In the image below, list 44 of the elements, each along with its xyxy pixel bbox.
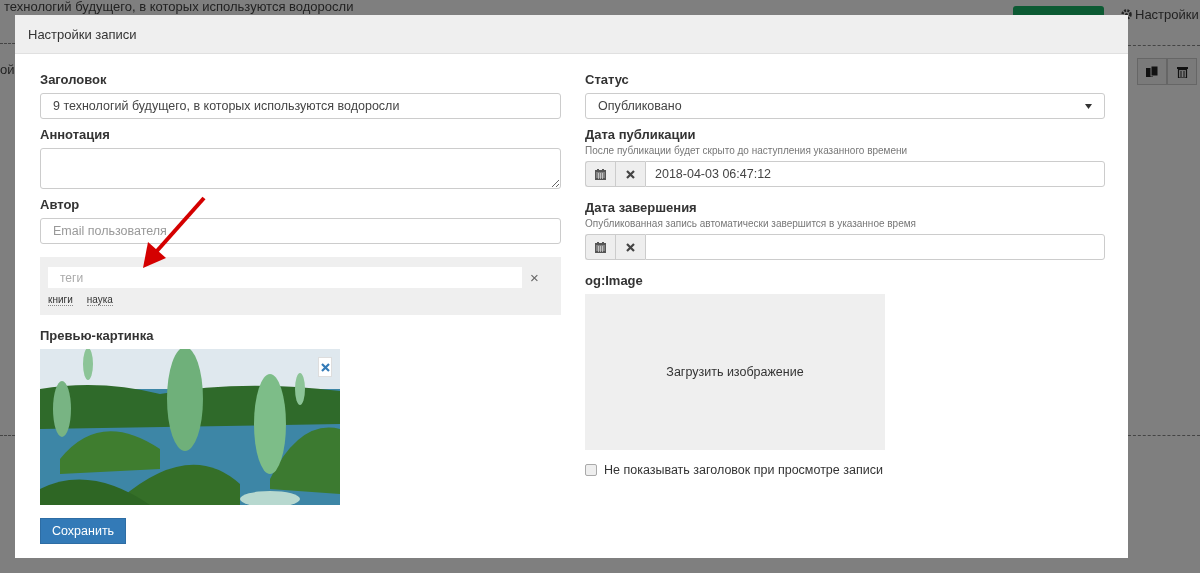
field-label: Дата завершения xyxy=(585,200,697,215)
page-text: ой xyxy=(0,62,15,77)
save-button[interactable]: Сохранить xyxy=(40,518,127,544)
close-icon xyxy=(626,242,635,252)
upload-image-button[interactable]: Загрузить изображение xyxy=(585,294,885,450)
checkbox-label: Не показывать заголовок при просмотре записи xyxy=(604,463,883,477)
dialog-title: Настройки записи xyxy=(28,26,137,42)
calendar-button[interactable] xyxy=(585,234,615,260)
copy-icon xyxy=(1146,65,1158,78)
field-label: Статус xyxy=(585,72,629,87)
close-icon xyxy=(626,169,635,179)
page-title: технологий будущего, в которых используются водоросли xyxy=(4,0,354,14)
remove-image-button[interactable] xyxy=(318,357,332,377)
tag-link[interactable]: книги xyxy=(48,294,73,306)
field-label: Автор xyxy=(40,197,80,212)
close-icon xyxy=(320,362,330,372)
field-label: Заголовок xyxy=(40,72,107,87)
gear-icon xyxy=(1121,9,1132,20)
field-hint: После публикации будет скрыто до наступления указанного времени xyxy=(585,145,908,156)
field-label: Превью-картинка xyxy=(40,328,154,343)
caret-icon xyxy=(1085,103,1092,109)
settings-link[interactable]: Настройки xyxy=(1135,7,1199,22)
tag-link[interactable]: наука xyxy=(86,294,113,306)
annotation-field[interactable] xyxy=(40,148,561,189)
clear-button[interactable]: × xyxy=(528,269,541,286)
publish-date-field[interactable]: 2018-04-03 06:47:12 xyxy=(645,161,1105,187)
calendar-button[interactable] xyxy=(585,161,615,187)
delete-button[interactable] xyxy=(1167,58,1197,85)
trash-icon xyxy=(1176,65,1188,78)
field-label: og:Image xyxy=(585,273,643,288)
calendar-icon xyxy=(595,241,606,253)
clear-date-button[interactable] xyxy=(615,234,645,260)
end-date-field[interactable] xyxy=(645,234,1105,260)
copy-button[interactable] xyxy=(1137,58,1167,85)
title-field[interactable]: 9 технологий будущего, в которых используются водоросли xyxy=(40,93,561,119)
tags-field[interactable]: теги xyxy=(48,267,522,288)
checkbox[interactable] xyxy=(585,464,597,476)
field-label: Аннотация xyxy=(40,127,110,142)
field-label: Дата публикации xyxy=(585,127,696,142)
author-field[interactable]: Email пользователя xyxy=(40,218,561,244)
status-select[interactable]: Опубликовано xyxy=(585,93,1105,119)
clear-date-button[interactable] xyxy=(615,161,645,187)
calendar-icon xyxy=(595,168,606,180)
field-hint: Опубликованная запись автоматически завершится в указанное время xyxy=(585,218,917,229)
